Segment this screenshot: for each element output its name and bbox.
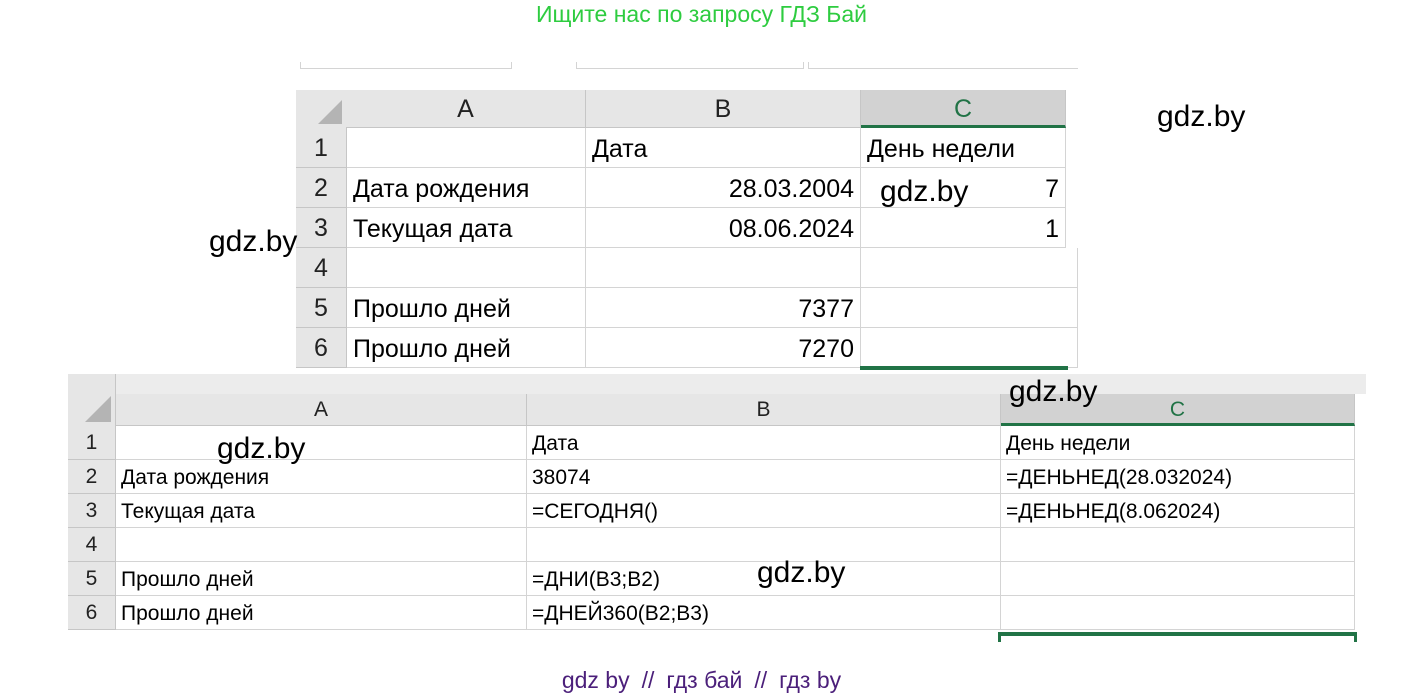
row-header-2[interactable]: 2 (296, 168, 347, 208)
cell-c4[interactable] (861, 248, 1078, 288)
row-header-1[interactable]: 1 (68, 426, 116, 460)
bottom-banner-separator: // (641, 667, 655, 693)
cell-a3[interactable]: Текущая дата (347, 208, 586, 248)
cell-b1[interactable]: Дата (527, 426, 1001, 460)
cell-a1[interactable] (347, 128, 586, 168)
sheet-tab[interactable] (300, 62, 512, 69)
watermark: gdz.by (880, 175, 969, 208)
cell-a4[interactable] (116, 528, 527, 562)
select-all-triangle-icon (318, 100, 342, 124)
bottom-banner-item: gdz by (561, 667, 630, 693)
cell-c4[interactable] (1001, 528, 1355, 562)
cell-c1[interactable]: День недели (1001, 426, 1355, 460)
row-header-4[interactable]: 4 (68, 528, 116, 562)
cell-c5[interactable] (1001, 562, 1355, 596)
bottom-banner-item: гдз бай (666, 667, 743, 693)
selection-border (860, 366, 1068, 370)
column-header-a[interactable]: A (116, 394, 527, 426)
cell-c6[interactable] (861, 328, 1078, 368)
watermark: gdz.by (1157, 100, 1246, 133)
cell-a2[interactable]: Дата рождения (116, 460, 527, 494)
cell-b2[interactable]: 28.03.2004 (586, 168, 861, 208)
cell-a6[interactable]: Прошло дней (347, 328, 586, 368)
row-header-6[interactable]: 6 (296, 328, 347, 368)
bottom-banner-separator: // (754, 667, 768, 693)
cell-c3[interactable]: =ДЕНЬНЕД(8.062024) (1001, 494, 1355, 528)
bottom-banner-item: гдз by (779, 667, 842, 693)
cell-b6[interactable]: =ДНЕЙ360(B2;B3) (527, 596, 1001, 630)
spreadsheet-formulas: A B C 1 2 3 4 5 6 Дата День недели Дата … (68, 374, 1366, 642)
cell-c6[interactable] (1001, 596, 1355, 630)
cell-a5[interactable]: Прошло дней (347, 288, 586, 328)
watermark: gdz.by (217, 432, 306, 465)
row-header-1[interactable]: 1 (296, 128, 347, 168)
sheet-tab[interactable] (576, 62, 804, 69)
row-header-3[interactable]: 3 (296, 208, 347, 248)
tab-strip (296, 62, 1078, 90)
watermark: gdz.by (209, 225, 298, 258)
watermark: gdz.by (757, 556, 846, 589)
column-header-b[interactable]: B (586, 90, 861, 128)
sheet-tab[interactable] (808, 62, 1078, 69)
column-header-a[interactable]: A (346, 90, 586, 128)
cell-a5[interactable]: Прошло дней (116, 562, 527, 596)
row-header-2[interactable]: 2 (68, 460, 116, 494)
selection-border-left (998, 632, 1001, 642)
row-header-5[interactable]: 5 (68, 562, 116, 596)
row-header-4[interactable]: 4 (296, 248, 347, 288)
cell-a4[interactable] (347, 248, 586, 288)
cell-a2[interactable]: Дата рождения (347, 168, 586, 208)
bottom-banner: gdz by // гдз бай // гдз by (0, 666, 1403, 694)
spreadsheet-values: A B C 1 2 3 4 5 6 Дата День недели Дата … (296, 62, 1078, 372)
cell-c3[interactable]: 1 (861, 208, 1066, 248)
row-header-6[interactable]: 6 (68, 596, 116, 630)
cell-c1[interactable]: День недели (861, 128, 1066, 168)
cell-b3[interactable]: 08.06.2024 (586, 208, 861, 248)
row-header-5[interactable]: 5 (296, 288, 347, 328)
cell-b4[interactable] (586, 248, 861, 288)
column-header-c[interactable]: C (861, 90, 1066, 128)
select-all-corner[interactable] (68, 374, 116, 427)
cell-b1[interactable]: Дата (586, 128, 861, 168)
selection-border-right (1354, 632, 1357, 642)
column-header-b[interactable]: B (527, 394, 1001, 426)
top-banner: Ищите нас по запросу ГДЗ Бай (535, 1, 868, 27)
cell-a3[interactable]: Текущая дата (116, 494, 527, 528)
select-all-corner[interactable] (296, 90, 347, 129)
select-all-triangle-icon (85, 396, 111, 422)
cell-b5[interactable]: 7377 (586, 288, 861, 328)
cell-a6[interactable]: Прошло дней (116, 596, 527, 630)
cell-c2[interactable]: =ДЕНЬНЕД(28.032024) (1001, 460, 1355, 494)
watermark: gdz.by (1009, 375, 1098, 408)
cell-a1[interactable] (116, 426, 527, 460)
cell-b3[interactable]: =СЕГОДНЯ() (527, 494, 1001, 528)
selection-border (1000, 632, 1356, 636)
cell-b6[interactable]: 7270 (586, 328, 861, 368)
cell-b2[interactable]: 38074 (527, 460, 1001, 494)
column-header-strip (116, 374, 1366, 394)
cell-c5[interactable] (861, 288, 1078, 328)
row-header-3[interactable]: 3 (68, 494, 116, 528)
